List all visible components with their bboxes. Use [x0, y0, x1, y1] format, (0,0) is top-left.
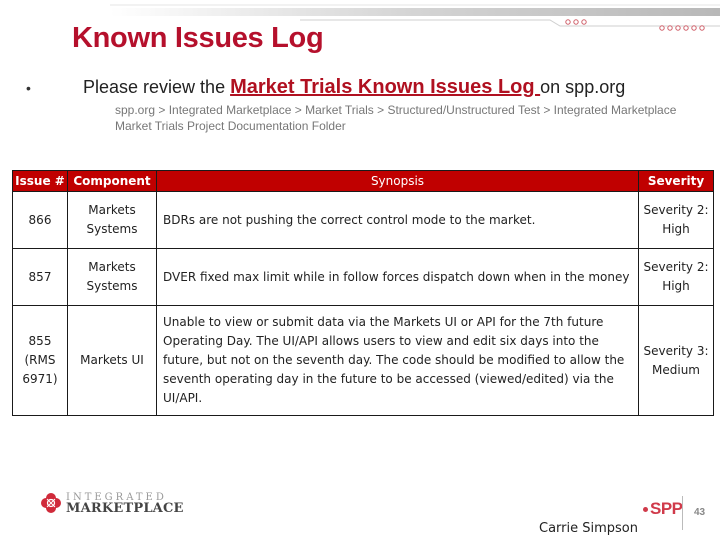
navigation-path: spp.org > Integrated Marketplace > Marke… — [115, 103, 677, 133]
bullet-suffix: on spp.org — [540, 77, 626, 97]
component-cell: Markets Systems — [67, 248, 157, 306]
spp-logo: SPP — [643, 499, 683, 519]
slide-title: Known Issues Log — [72, 22, 324, 54]
component-cell: Markets UI — [67, 305, 157, 416]
spp-logo-text: SPP — [650, 499, 683, 518]
table-row: 857 Markets Systems DVER fixed max limit… — [12, 248, 714, 306]
severity-cell: Severity 2: High — [638, 248, 714, 306]
known-issues-log-link[interactable]: Market Trials Known Issues Log — [230, 76, 540, 98]
synopsis-cell: DVER fixed max limit while in follow for… — [156, 248, 639, 306]
page-number: 43 — [694, 507, 706, 518]
spp-dot-icon — [643, 506, 648, 512]
severity-cell: Severity 3: Medium — [638, 305, 714, 416]
table-row: 855 (RMS 6971) Markets UI Unable to view… — [12, 305, 714, 416]
presenter-name: Carrie Simpson — [539, 521, 638, 536]
logo-line-marketplace: MARKETPLACE — [66, 501, 184, 516]
issue-number-cell: 857 — [12, 248, 68, 306]
table-header-row: Issue # Component Synopsis Severity — [12, 170, 714, 192]
bullet-text: Please review the Market Trials Known Is… — [83, 76, 625, 99]
known-issues-table: Issue # Component Synopsis Severity 866 … — [12, 170, 714, 416]
header-severity: Severity — [638, 170, 714, 192]
synopsis-cell: Unable to view or submit data via the Ma… — [156, 305, 639, 416]
bullet-icon: • — [26, 80, 31, 96]
integrated-marketplace-logo: INTEGRATED MARKETPLACE — [40, 492, 184, 516]
severity-cell: Severity 2: High — [638, 191, 714, 249]
header-synopsis: Synopsis — [156, 170, 639, 192]
review-bullet: • Please review the Market Trials Known … — [26, 76, 716, 99]
issue-number-cell: 855 (RMS 6971) — [12, 305, 68, 416]
header-issue-number: Issue # — [12, 170, 68, 192]
marketplace-emblem-icon — [41, 493, 61, 513]
table-row: 866 Markets Systems BDRs are not pushing… — [12, 191, 714, 249]
issue-number-cell: 866 — [12, 191, 68, 249]
bullet-prefix: Please review the — [83, 77, 231, 97]
synopsis-cell: BDRs are not pushing the correct control… — [156, 191, 639, 249]
component-cell: Markets Systems — [67, 191, 157, 249]
header-component: Component — [67, 170, 157, 192]
footer-divider — [682, 496, 683, 530]
